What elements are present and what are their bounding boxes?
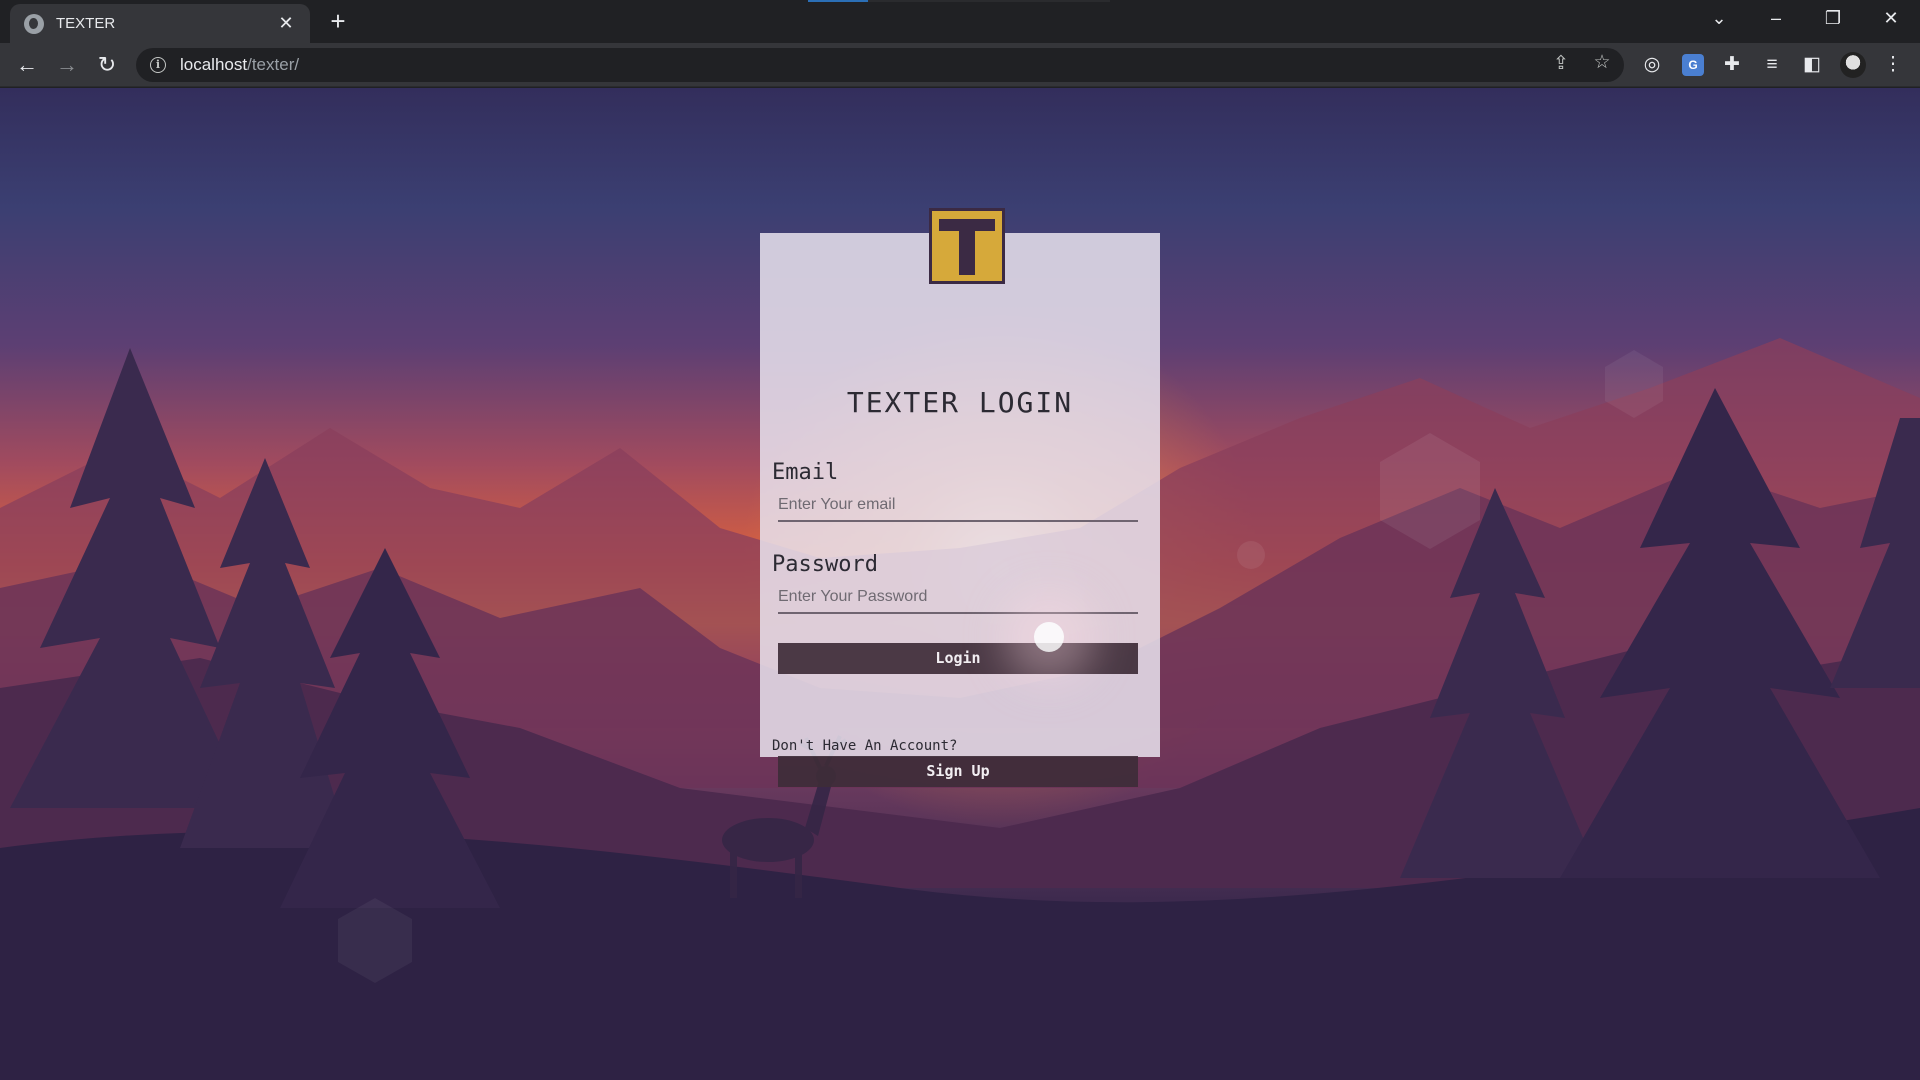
tab-search-icon[interactable]: ⌄ [1704,8,1734,29]
signup-button[interactable]: Sign Up [778,756,1138,787]
mouse-cursor-highlight [1034,622,1064,652]
restore-button[interactable]: ❐ [1818,8,1848,29]
close-tab-icon[interactable]: ✕ [276,13,296,34]
globe-icon [24,13,44,34]
browser-toolbar: ← → ↻ i localhost/texter/ ⇪ ☆ ◎ G ✚ ≡ ◧ … [0,43,1920,87]
profile-avatar-icon[interactable] [1840,52,1866,78]
browser-tab-strip: TEXTER ✕ + ⌄ – ❐ ✕ [0,0,1920,43]
extensions-puzzle-icon[interactable]: ✚ [1719,52,1745,78]
email-label: Email [772,460,839,485]
reload-button[interactable]: ↻ [94,52,120,78]
back-button[interactable]: ← [14,52,40,78]
texter-logo [929,208,1005,284]
no-account-text: Don't Have An Account? [772,738,958,754]
kebab-menu-icon[interactable]: ⋮ [1880,52,1906,78]
extension-incognito-icon[interactable]: ◎ [1639,52,1665,78]
forward-button[interactable]: → [54,52,80,78]
browser-tab[interactable]: TEXTER ✕ [10,4,310,43]
login-button[interactable]: Login [778,643,1138,674]
tab-title: TEXTER [56,15,116,32]
close-window-button[interactable]: ✕ [1876,8,1906,29]
password-label: Password [772,552,878,577]
translate-icon[interactable]: G [1682,54,1704,76]
url-host: localhost [180,55,248,74]
password-field[interactable] [778,582,1138,614]
reading-list-icon[interactable]: ≡ [1759,52,1785,78]
new-tab-button[interactable]: + [325,8,351,34]
url-path: /texter/ [247,55,300,74]
minimize-button[interactable]: – [1761,8,1791,29]
side-panel-icon[interactable]: ◧ [1799,52,1825,78]
share-icon[interactable]: ⇪ [1549,52,1573,75]
tab-strip-accent [808,0,1110,2]
page-title: TEXTER LOGIN [846,386,1074,419]
email-field[interactable] [778,490,1138,522]
bookmark-star-icon[interactable]: ☆ [1590,51,1614,74]
logo-t-stem [959,229,975,275]
address-bar[interactable]: i localhost/texter/ [136,48,1624,82]
info-icon[interactable]: i [150,57,166,73]
